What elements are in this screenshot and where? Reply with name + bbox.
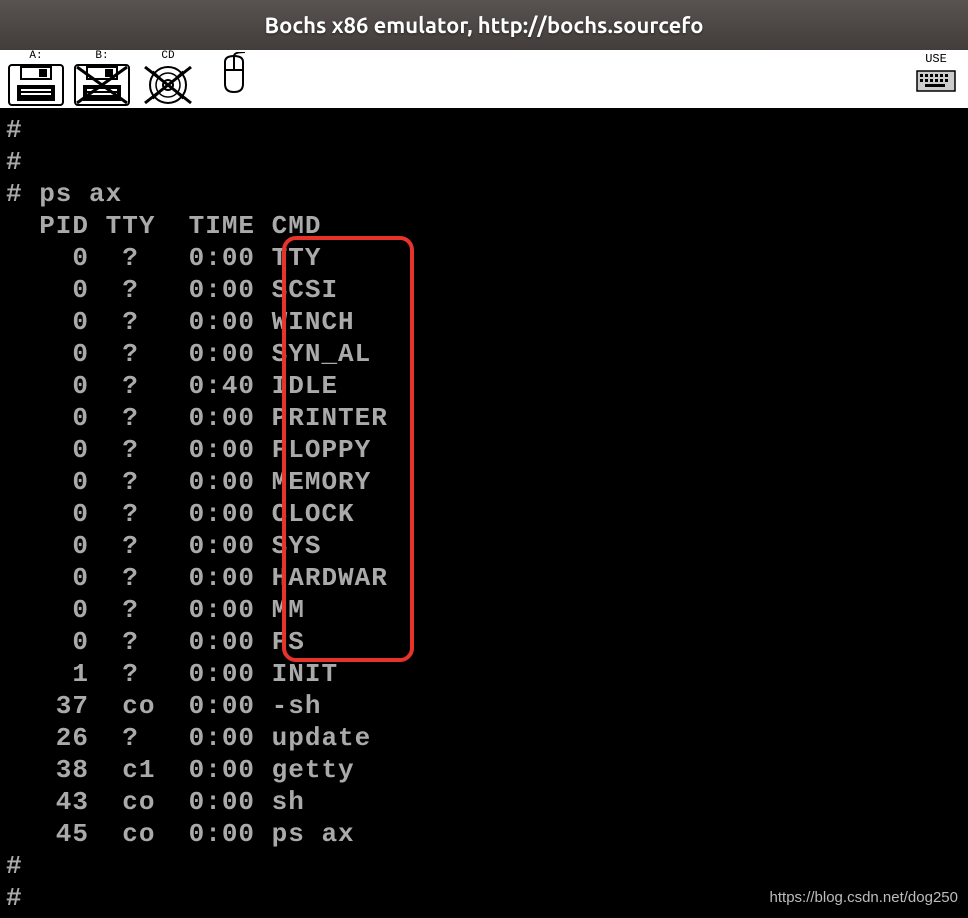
watermark-text: https://blog.csdn.net/dog250	[770, 889, 958, 906]
drive-cd-label: CD	[161, 51, 174, 62]
drive-b-button[interactable]: B:	[70, 51, 134, 107]
cd-disabled-icon	[139, 63, 197, 107]
drive-b-label: B:	[95, 51, 108, 62]
mouse-icon	[205, 52, 263, 96]
floppy-icon	[7, 63, 65, 107]
floppy-disabled-icon	[73, 63, 131, 107]
emulator-toolbar: A: B: CD	[0, 50, 968, 110]
usb-indicator: USE	[910, 52, 962, 97]
drive-a-button[interactable]: A:	[4, 51, 68, 107]
keyboard-icon	[916, 70, 956, 92]
mouse-capture-button[interactable]	[202, 51, 266, 107]
drive-cd-button[interactable]: CD	[136, 51, 200, 107]
drive-a-label: A:	[29, 51, 42, 62]
terminal-output[interactable]: # # # ps ax PID TTY TIME CMD 0 ? 0:00 TT…	[0, 110, 968, 918]
usb-label: USE	[910, 52, 962, 66]
window-title: Bochs x86 emulator, http://bochs.sourcef…	[265, 13, 704, 38]
window-titlebar[interactable]: Bochs x86 emulator, http://bochs.sourcef…	[0, 0, 968, 50]
